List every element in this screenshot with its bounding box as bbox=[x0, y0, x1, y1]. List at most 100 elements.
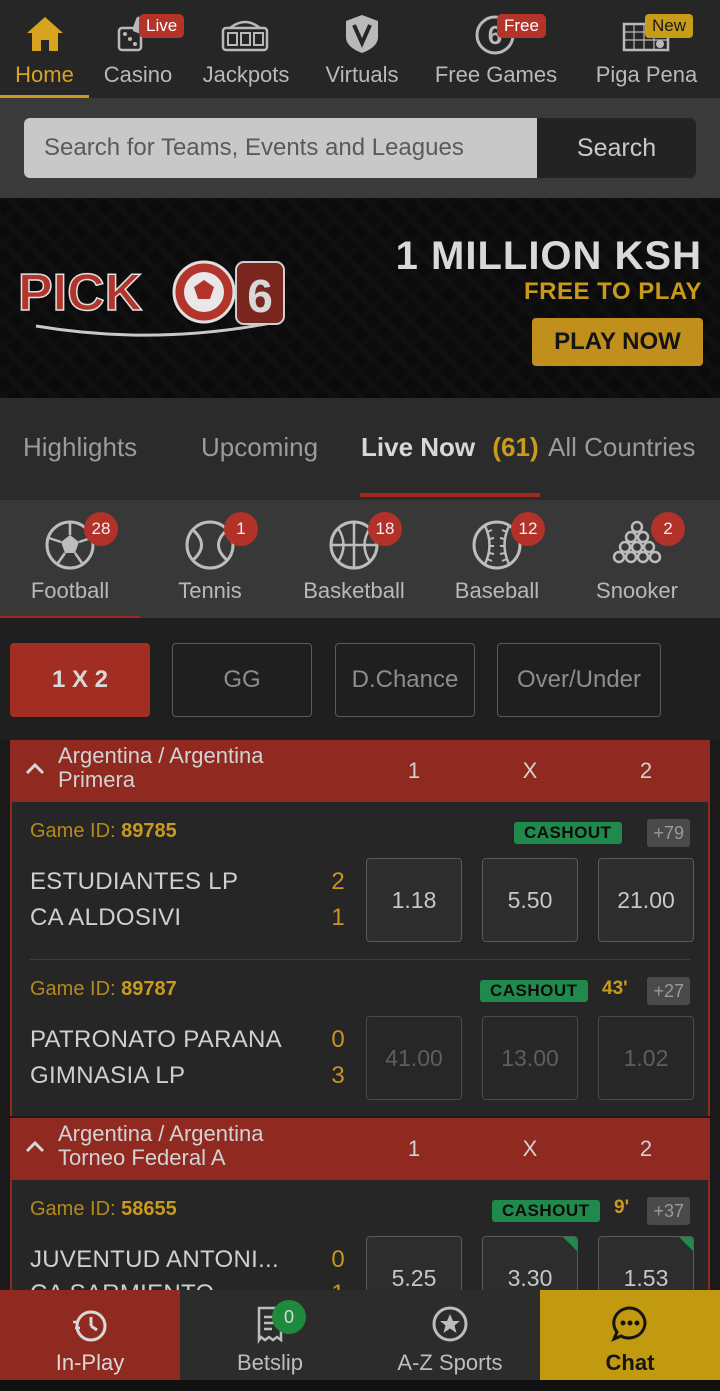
nav-casino[interactable]: Casino Live bbox=[89, 0, 187, 98]
sport-tennis[interactable]: Tennis 1 bbox=[140, 500, 280, 620]
league-header[interactable]: Argentina / Argentina Primera 1 X 2 bbox=[10, 740, 710, 802]
stopwatch-icon bbox=[73, 1310, 107, 1342]
column-draw: X bbox=[522, 758, 538, 783]
column-home: 1 bbox=[407, 1136, 421, 1161]
market-double-chance-button[interactable]: D.Chance bbox=[335, 643, 475, 717]
bottom-chat[interactable]: Chat bbox=[540, 1290, 720, 1380]
nav-virtuals-label: Virtuals bbox=[325, 62, 399, 87]
sport-football[interactable]: Football 28 bbox=[0, 500, 140, 620]
odd-away-button[interactable]: 1.02 bbox=[598, 1016, 694, 1100]
sport-football-label: Football bbox=[30, 578, 110, 603]
banner-headline: 1 MILLION KSH bbox=[395, 234, 702, 278]
odd-home-button[interactable]: 41.00 bbox=[366, 1016, 462, 1100]
nav-piga-pena-label: Piga Pena bbox=[595, 62, 698, 87]
star-badge-icon bbox=[432, 1306, 468, 1342]
sport-snooker[interactable]: Snooker 2 bbox=[567, 500, 707, 620]
bottom-betslip[interactable]: Betslip 0 bbox=[180, 1290, 360, 1380]
promo-banner[interactable]: PICK 6 1 MILLION KSH FREE TO PLAY PLAY N… bbox=[0, 198, 720, 398]
league-name: Argentina / Argentina Primera bbox=[58, 743, 264, 792]
live-count: (61) bbox=[492, 432, 539, 462]
game-id: Game ID: 89787 bbox=[30, 978, 177, 1001]
tab-all-countries[interactable]: All Countries bbox=[548, 432, 695, 463]
home-score: 0 bbox=[331, 1026, 345, 1053]
match-filter-tabs: Highlights Upcoming Live Now (61) All Co… bbox=[0, 398, 720, 498]
home-score: 2 bbox=[331, 868, 345, 895]
bottom-navigation: In-Play Betslip 0 A-Z Sports Chat bbox=[0, 1290, 720, 1380]
odd-draw-button[interactable]: 5.50 bbox=[482, 858, 578, 942]
bottom-inplay-label: In-Play bbox=[55, 1350, 125, 1375]
nav-piga-pena[interactable]: Piga Pena New bbox=[573, 0, 720, 98]
banner-subline: FREE TO PLAY bbox=[523, 278, 702, 305]
home-team[interactable]: JUVENTUD ANTONI... bbox=[30, 1246, 279, 1274]
nav-jackpots[interactable]: Jackpots bbox=[187, 0, 305, 98]
tab-live-now[interactable]: Live Now (61) bbox=[361, 432, 539, 463]
away-score: 3 bbox=[331, 1062, 345, 1089]
sport-count-badge: 1 bbox=[224, 512, 258, 546]
sport-basketball[interactable]: Basketball 18 bbox=[284, 500, 424, 620]
away-team[interactable]: GIMNASIA LP bbox=[30, 1062, 185, 1090]
home-icon bbox=[24, 12, 66, 56]
odd-home-button[interactable]: 5.25 bbox=[366, 1236, 462, 1290]
home-team[interactable]: ESTUDIANTES LP bbox=[30, 868, 238, 896]
svg-text:6: 6 bbox=[247, 270, 273, 322]
nav-free-games[interactable]: 6 Free Games Free bbox=[419, 0, 573, 98]
odd-draw-button[interactable]: 13.00 bbox=[482, 1016, 578, 1100]
game-id-label: Game ID: bbox=[30, 1198, 116, 1220]
column-draw: X bbox=[522, 1136, 538, 1161]
betslip-count-badge: 0 bbox=[272, 1300, 306, 1334]
search-button[interactable]: Search bbox=[537, 118, 696, 178]
away-score: 1 bbox=[328, 1280, 348, 1290]
odd-value: 1.53 bbox=[623, 1264, 669, 1291]
sport-count-badge: 12 bbox=[511, 512, 545, 546]
home-score: 0 bbox=[331, 1246, 345, 1273]
cashout-badge: CASHOUT bbox=[514, 822, 622, 844]
bottom-az-sports[interactable]: A-Z Sports bbox=[360, 1290, 540, 1380]
nav-casino-label: Casino bbox=[103, 62, 173, 87]
column-away: 2 bbox=[639, 1136, 653, 1161]
game-id: Game ID: 58655 bbox=[30, 1198, 177, 1221]
game-id: Game ID: 89785 bbox=[30, 820, 177, 843]
game-id-value: 58655 bbox=[121, 1198, 177, 1220]
bottom-az-sports-label: A-Z Sports bbox=[397, 1350, 503, 1375]
bottom-inplay[interactable]: In-Play bbox=[0, 1290, 180, 1380]
odd-away-button[interactable]: 21.00 bbox=[598, 858, 694, 942]
market-gg-button[interactable]: GG bbox=[172, 643, 312, 717]
sport-tabs: Football 28 Tennis 1 Basketball 18 Baseb… bbox=[0, 498, 720, 620]
away-team[interactable]: CA ALDOSIVI bbox=[30, 904, 181, 932]
active-tab-indicator bbox=[360, 493, 540, 497]
sport-baseball[interactable]: Baseball 12 bbox=[427, 500, 567, 620]
away-score: 1 bbox=[331, 904, 345, 931]
play-now-button[interactable]: PLAY NOW bbox=[532, 318, 703, 366]
nav-jackpots-label: Jackpots bbox=[202, 62, 290, 87]
sport-baseball-label: Baseball bbox=[454, 578, 540, 603]
sport-basketball-label: Basketball bbox=[303, 578, 405, 603]
match-minute: 43' bbox=[602, 978, 628, 999]
tab-highlights[interactable]: Highlights bbox=[23, 432, 137, 463]
away-team[interactable]: CA SARMIENTO bbox=[30, 1280, 215, 1290]
more-markets-button[interactable]: +27 bbox=[647, 977, 690, 1005]
search-bar: Search bbox=[0, 98, 720, 198]
tab-live-now-label: Live Now bbox=[361, 432, 476, 462]
odd-draw-button[interactable]: 3.30 bbox=[482, 1236, 578, 1290]
nav-virtuals[interactable]: Virtuals bbox=[305, 0, 419, 98]
league-header[interactable]: Argentina / Argentina Torneo Federal A 1… bbox=[10, 1118, 710, 1180]
live-badge: Live bbox=[139, 14, 185, 38]
sport-tennis-label: Tennis bbox=[178, 578, 242, 603]
home-team[interactable]: PATRONATO PARANA bbox=[30, 1026, 282, 1054]
tab-upcoming[interactable]: Upcoming bbox=[201, 432, 318, 463]
more-markets-button[interactable]: +79 bbox=[647, 819, 690, 847]
market-1x2-button[interactable]: 1 X 2 bbox=[10, 643, 150, 717]
match-list: Game ID: 58655 CASHOUT 9' +37 JUVENTUD A… bbox=[10, 1180, 710, 1290]
nav-home[interactable]: Home bbox=[0, 0, 89, 98]
odd-value: 3.30 bbox=[507, 1264, 553, 1291]
odds-up-indicator bbox=[679, 1237, 693, 1251]
bottom-chat-label: Chat bbox=[605, 1350, 655, 1375]
odd-away-button[interactable]: 1.53 bbox=[598, 1236, 694, 1290]
chevron-up-icon bbox=[25, 1140, 45, 1153]
search-input[interactable] bbox=[24, 118, 537, 178]
sport-count-badge: 2 bbox=[651, 512, 685, 546]
market-over-under-button[interactable]: Over/Under bbox=[497, 643, 661, 717]
odd-home-button[interactable]: 1.18 bbox=[366, 858, 462, 942]
free-badge: Free bbox=[497, 14, 546, 38]
more-markets-button[interactable]: +37 bbox=[647, 1197, 690, 1225]
